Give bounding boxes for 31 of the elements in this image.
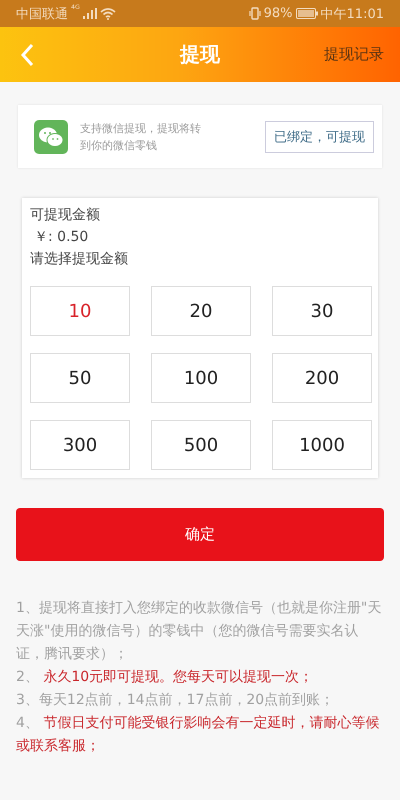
amount-option[interactable]: 30	[272, 286, 372, 336]
amount-option[interactable]: 1000	[272, 420, 372, 470]
network-type: ⁴ᴳ	[71, 4, 80, 15]
amount-option[interactable]: 200	[272, 353, 372, 403]
page-title: 提现	[178, 41, 221, 68]
chat-bubbles-icon	[34, 120, 68, 154]
confirm-button[interactable]: 确定	[16, 508, 384, 561]
battery-icon	[296, 8, 318, 19]
note-text: 2、 永久10元即可提现。您每天可以提现一次；	[16, 668, 314, 687]
signal-icon	[82, 8, 97, 19]
note-text: 3、每天12点前，14点前，17点前，20点前到账；	[16, 691, 336, 710]
balance-amount: ￥: 0.50	[33, 228, 90, 246]
amount-option[interactable]: 500	[151, 420, 251, 470]
battery-percent: 98%	[264, 6, 293, 21]
amount-option[interactable]: 100	[151, 353, 251, 403]
wifi-icon	[100, 8, 116, 20]
note-text: 4、 节假日支付可能受银行影响会有一定延时，请耐心等候或联系客服；	[16, 714, 380, 756]
amount-prompt: 请选择提现金额	[30, 250, 129, 268]
carrier-name: 中国联通	[16, 6, 68, 22]
back-icon[interactable]	[20, 42, 34, 66]
amount-label: 可提现金额	[30, 206, 101, 224]
amount-option[interactable]: 10	[30, 286, 130, 336]
amount-option[interactable]: 50	[30, 353, 130, 403]
note-text: 1、提现将直接打入您绑定的收款微信号（也就是你注册"天天涨"使用的微信号）的零钱中（您的微信号需要实名认证，腾讯要求）；	[16, 599, 382, 664]
binding-status: 已绑定，可提现	[265, 120, 374, 152]
history-link[interactable]: 提现记录	[324, 45, 384, 64]
amount-option[interactable]: 300	[30, 420, 130, 470]
clock-time: 中午11:01	[320, 6, 384, 22]
vibrate-icon	[248, 7, 261, 20]
wechat-description: 支持微信提现，提现将转到你的微信零钱	[80, 120, 202, 154]
amount-option[interactable]: 20	[151, 286, 251, 336]
